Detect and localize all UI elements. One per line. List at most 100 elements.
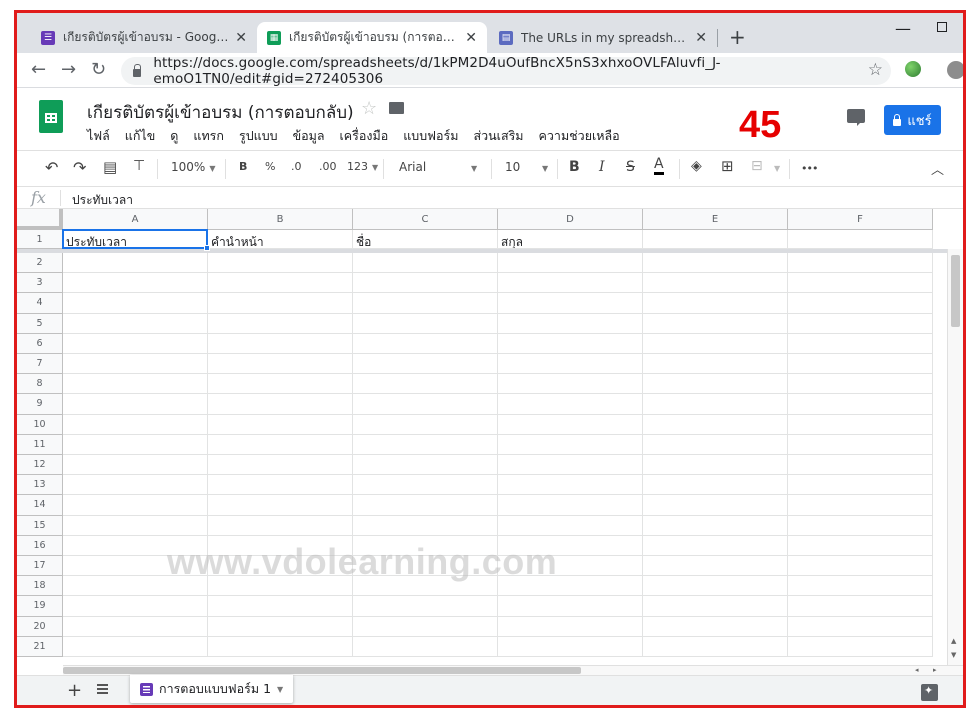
grid-cell[interactable] xyxy=(498,253,643,274)
frozen-row-divider[interactable] xyxy=(17,249,947,253)
vertical-scroll-thumb[interactable] xyxy=(951,255,960,327)
menu-format[interactable]: รูปแบบ xyxy=(239,126,278,146)
grid-cell[interactable] xyxy=(63,293,208,314)
grid-cell[interactable] xyxy=(788,273,933,294)
grid-cell[interactable] xyxy=(643,535,788,556)
grid-cell[interactable] xyxy=(63,374,208,395)
grid-cell[interactable] xyxy=(788,414,933,435)
close-tab-icon[interactable]: ✕ xyxy=(235,30,247,46)
menu-form[interactable]: แบบฟอร์ม xyxy=(403,126,458,146)
grid-cell[interactable] xyxy=(498,455,643,476)
grid-cell[interactable] xyxy=(643,374,788,395)
grid-cell[interactable] xyxy=(788,394,933,415)
grid-cell[interactable] xyxy=(498,616,643,637)
more-formats-select[interactable]: 123 ▼ xyxy=(347,160,378,173)
grid-cell[interactable] xyxy=(788,535,933,556)
doc-title[interactable]: เกียรติบัตรผู้เข้าอบรม (การตอบกลับ) xyxy=(87,99,354,126)
grid-cell[interactable] xyxy=(643,515,788,536)
undo-icon[interactable]: ↶ xyxy=(45,158,58,177)
grid-cell[interactable] xyxy=(353,273,498,294)
row-header[interactable]: 11 xyxy=(17,434,63,455)
grid-cell[interactable] xyxy=(63,333,208,354)
paint-format-icon[interactable]: ⊤ xyxy=(133,158,145,174)
grid-cell[interactable] xyxy=(208,434,353,455)
grid-cell[interactable] xyxy=(498,273,643,294)
collapse-menu-icon[interactable]: ︿ xyxy=(931,159,944,178)
grid-cell[interactable] xyxy=(498,354,643,375)
all-sheets-icon[interactable] xyxy=(97,684,108,694)
borders-icon[interactable]: ⊞ xyxy=(721,157,734,175)
redo-icon[interactable]: ↷ xyxy=(73,158,86,177)
zoom-select[interactable]: 100% ▼ xyxy=(171,160,215,174)
maximize-icon[interactable] xyxy=(937,22,947,32)
grid-cell[interactable] xyxy=(788,556,933,577)
decrease-decimal-button[interactable]: .0 xyxy=(291,160,302,173)
menu-data[interactable]: ข้อมูล xyxy=(293,126,325,146)
header-cell[interactable]: ชื่อ xyxy=(353,230,498,249)
menu-file[interactable]: ไฟล์ xyxy=(87,126,110,146)
grid-cell[interactable] xyxy=(498,515,643,536)
grid-cell[interactable] xyxy=(788,616,933,637)
row-header[interactable]: 6 xyxy=(17,333,63,354)
grid-cell[interactable] xyxy=(643,434,788,455)
grid-cell[interactable] xyxy=(208,293,353,314)
grid-cell[interactable] xyxy=(643,273,788,294)
grid-cell[interactable] xyxy=(788,354,933,375)
menu-insert[interactable]: แทรก xyxy=(193,126,224,146)
row-header[interactable]: 1 xyxy=(17,230,63,249)
grid-cell[interactable] xyxy=(208,636,353,657)
scroll-left-icon[interactable]: ◂ xyxy=(915,666,919,674)
menu-edit[interactable]: แก้ไข xyxy=(125,126,155,146)
fill-handle[interactable] xyxy=(204,245,210,251)
font-select[interactable]: Arial xyxy=(399,160,426,174)
strikethrough-button[interactable]: S xyxy=(626,159,635,175)
row-header[interactable]: 7 xyxy=(17,354,63,375)
grid-cell[interactable] xyxy=(353,515,498,536)
grid-cell[interactable] xyxy=(643,414,788,435)
grid-cell[interactable] xyxy=(353,475,498,496)
column-header-a[interactable]: A xyxy=(63,209,208,230)
url-text[interactable]: https://docs.google.com/spreadsheets/d/1… xyxy=(153,55,891,87)
header-cell[interactable]: คำนำหน้า xyxy=(208,230,353,249)
grid-cell[interactable] xyxy=(63,273,208,294)
merge-cells-icon[interactable]: ⊟ xyxy=(751,158,763,174)
add-sheet-icon[interactable]: + xyxy=(67,680,82,701)
comment-icon[interactable] xyxy=(847,109,865,126)
grid-cell[interactable] xyxy=(208,394,353,415)
row-header[interactable]: 19 xyxy=(17,596,63,617)
grid-cell[interactable] xyxy=(788,333,933,354)
grid-cell[interactable] xyxy=(498,596,643,617)
grid-cell[interactable] xyxy=(498,414,643,435)
grid-cell[interactable] xyxy=(643,475,788,496)
grid-cell[interactable] xyxy=(353,374,498,395)
grid-cell[interactable] xyxy=(643,394,788,415)
close-tab-icon[interactable]: ✕ xyxy=(695,30,707,46)
grid-cell[interactable] xyxy=(353,636,498,657)
formula-input[interactable]: ประทับเวลา xyxy=(72,191,133,210)
grid-cell[interactable] xyxy=(208,495,353,516)
grid-cell[interactable] xyxy=(63,455,208,476)
grid-cell[interactable] xyxy=(643,313,788,334)
row-header[interactable]: 10 xyxy=(17,414,63,435)
percent-format-button[interactable]: % xyxy=(265,160,275,173)
grid-cell[interactable] xyxy=(353,354,498,375)
chevron-down-icon[interactable]: ▼ xyxy=(542,164,548,173)
chevron-down-icon[interactable]: ▼ xyxy=(774,164,780,173)
grid-cell[interactable] xyxy=(788,293,933,314)
reload-icon[interactable]: ↻ xyxy=(91,59,106,80)
grid-cell[interactable] xyxy=(498,475,643,496)
select-all-corner[interactable] xyxy=(17,209,63,230)
grid-cell[interactable] xyxy=(788,596,933,617)
share-button[interactable]: แชร์ xyxy=(884,105,941,135)
grid-cell[interactable] xyxy=(63,495,208,516)
minimize-icon[interactable]: — xyxy=(895,19,911,38)
row-header[interactable]: 21 xyxy=(17,636,63,657)
font-size-select[interactable]: 10 xyxy=(505,160,520,174)
menu-view[interactable]: ดู xyxy=(170,126,178,146)
grid-cell[interactable] xyxy=(63,515,208,536)
horizontal-scroll-thumb[interactable] xyxy=(63,667,581,674)
text-color-button[interactable]: A xyxy=(654,156,664,175)
sheets-logo-icon[interactable] xyxy=(39,100,63,133)
grid-cell[interactable] xyxy=(788,374,933,395)
browser-tab-sheets[interactable]: ▦ เกียรติบัตรผู้เข้าอบรม (การตอบกลับ) - … xyxy=(257,22,487,53)
